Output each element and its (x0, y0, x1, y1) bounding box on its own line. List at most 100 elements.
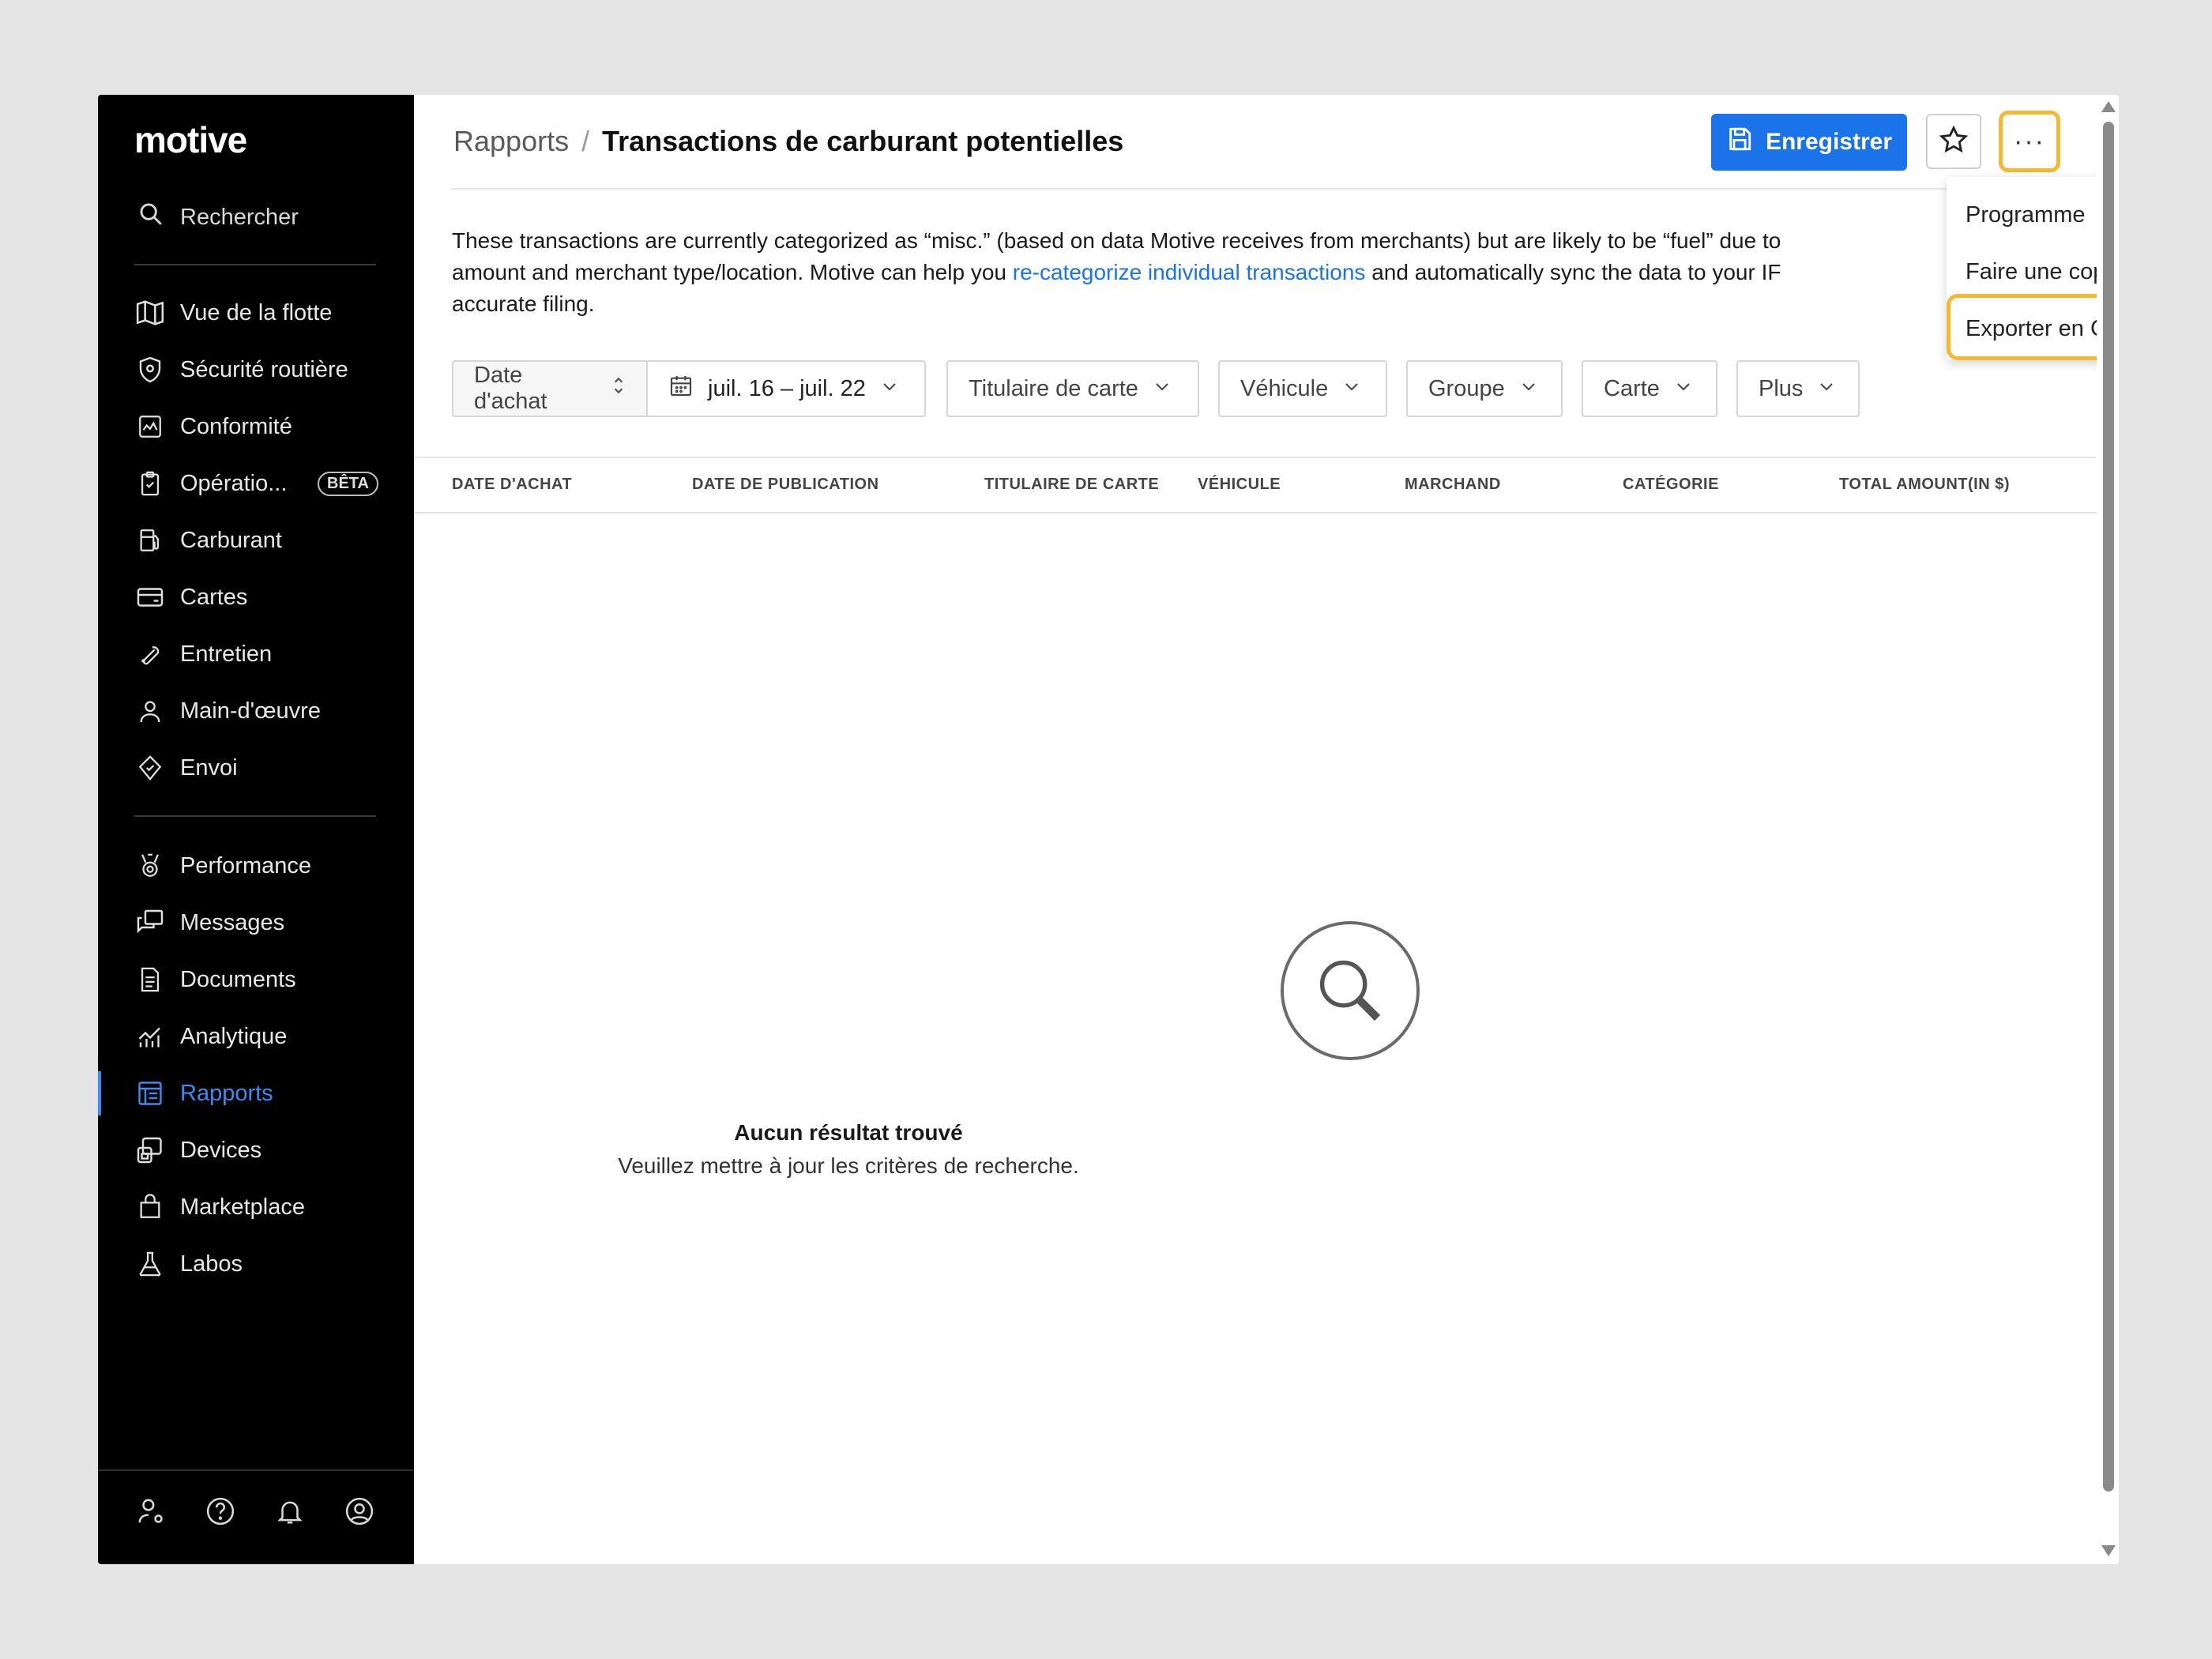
search-icon (137, 201, 164, 234)
sidebar-item-marketplace[interactable]: Marketplace (134, 1179, 395, 1236)
menu-item-export-csv[interactable]: Exporter en CSV (1966, 316, 2119, 342)
sidebar-item-label: Marketplace (180, 1194, 305, 1220)
sidebar-item-road-safety[interactable]: Sécurité routière (134, 341, 395, 398)
sidebar-item-labs[interactable]: Labos (134, 1236, 395, 1292)
sidebar-item-label: Conformité (180, 413, 292, 439)
calendar-icon (668, 373, 694, 404)
sidebar-footer-divider (98, 1469, 414, 1471)
analytics-icon (134, 1021, 166, 1052)
shield-icon (134, 354, 166, 386)
more-filters[interactable]: Plus (1736, 360, 1860, 417)
chevron-down-icon (880, 376, 899, 402)
sidebar-item-operations[interactable]: Opératio... BÊTA (134, 455, 395, 512)
empty-search-icon (1281, 921, 1420, 1060)
chevron-down-icon (1342, 376, 1361, 402)
sidebar-item-documents[interactable]: Documents (134, 951, 395, 1008)
sidebar-item-compliance[interactable]: Conformité (134, 398, 395, 455)
sidebar-item-label: Sécurité routière (180, 356, 348, 382)
menu-item-schedule[interactable]: Programme (1966, 202, 2086, 228)
description-line-3: accurate filing. (452, 292, 595, 316)
sidebar: motive Rechercher Vue de la flotte Sécur… (98, 95, 414, 1564)
sort-icon (611, 375, 626, 402)
motive-logo[interactable]: motive (134, 118, 247, 161)
bag-icon (134, 1191, 166, 1223)
group-label: Groupe (1428, 375, 1505, 401)
sidebar-item-workforce[interactable]: Main-d'œuvre (134, 683, 395, 739)
star-icon (1939, 125, 1969, 159)
map-icon (134, 297, 166, 329)
help-icon[interactable] (204, 1495, 237, 1528)
recategorize-link[interactable]: re-categorize individual transactions (1013, 260, 1366, 284)
card-filter[interactable]: Carte (1582, 360, 1717, 417)
account-icon[interactable] (343, 1495, 376, 1528)
save-button[interactable]: Enregistrer (1711, 114, 1907, 171)
sidebar-item-performance[interactable]: Performance (134, 837, 395, 894)
sidebar-item-label: Messages (180, 909, 285, 935)
sidebar-item-label: Documents (180, 966, 296, 992)
table-header: DATE D'ACHAT DATE DE PUBLICATION TITULAI… (414, 457, 2097, 514)
column-header[interactable]: DATE DE PUBLICATION (692, 476, 879, 494)
description-line-1: These transactions are currently categor… (452, 228, 1781, 253)
sidebar-item-label: Analytique (180, 1023, 288, 1049)
sidebar-divider (134, 264, 376, 265)
sidebar-footer (134, 1495, 376, 1528)
sidebar-item-label: Opératio... (180, 470, 288, 496)
scroll-up-arrow[interactable] (2101, 101, 2116, 112)
column-header[interactable]: CATÉGORIE (1623, 476, 1719, 494)
date-range-picker[interactable]: juil. 16 – juil. 22 (646, 360, 926, 417)
sidebar-item-analytics[interactable]: Analytique (134, 1008, 395, 1065)
sidebar-item-messages[interactable]: Messages (134, 894, 395, 951)
beta-badge: BÊTA (318, 471, 378, 496)
nav-group-1: Vue de la flotte Sécurité routière Confo… (134, 284, 395, 796)
card-label: Carte (1604, 375, 1660, 401)
page-title: Transactions de carburant potentielles (602, 125, 1124, 157)
save-icon (1726, 126, 1753, 159)
sort-select[interactable]: Date d'achat (452, 360, 648, 417)
sidebar-item-label: Rapports (180, 1080, 273, 1106)
favorite-button[interactable] (1926, 114, 1981, 169)
more-options-button[interactable]: ··· (1999, 111, 2060, 172)
sidebar-item-fleet-view[interactable]: Vue de la flotte (134, 284, 395, 341)
sidebar-item-reports[interactable]: Rapports (98, 1065, 395, 1122)
flask-icon (134, 1248, 166, 1280)
sort-label: Date d'achat (474, 363, 547, 414)
scroll-down-arrow[interactable] (2101, 1545, 2116, 1556)
sidebar-item-fuel[interactable]: Carburant (134, 512, 395, 569)
card-icon (134, 581, 166, 613)
empty-subtitle: Veuillez mettre à jour les critères de r… (618, 1153, 1079, 1178)
sidebar-item-label: Main-d'œuvre (180, 698, 321, 724)
sidebar-search[interactable]: Rechercher (137, 201, 299, 234)
description-line-2-end: and automatically sync the data to your … (1365, 260, 1781, 284)
main-content: Rapports / Transactions de carburant pot… (414, 95, 2119, 1564)
breadcrumb-root[interactable]: Rapports (453, 125, 569, 158)
sidebar-item-cards[interactable]: Cartes (134, 569, 395, 626)
app-window: motive Rechercher Vue de la flotte Sécur… (98, 95, 2119, 1564)
fuel-pump-icon (134, 525, 166, 556)
document-icon (134, 964, 166, 995)
save-label: Enregistrer (1765, 129, 1893, 155)
menu-item-duplicate[interactable]: Faire une copie (1966, 259, 2119, 285)
column-header[interactable]: VÉHICULE (1198, 476, 1281, 494)
sidebar-item-label: Envoi (180, 754, 238, 781)
vertical-scrollbar[interactable] (2097, 95, 2119, 1564)
cardholder-label: Titulaire de carte (969, 375, 1138, 401)
column-header[interactable]: TITULAIRE DE CARTE (984, 476, 1159, 494)
vehicle-filter[interactable]: Véhicule (1218, 360, 1387, 417)
cardholder-filter[interactable]: Titulaire de carte (946, 360, 1199, 417)
group-filter[interactable]: Groupe (1406, 360, 1563, 417)
compliance-icon (134, 411, 166, 442)
sidebar-item-label: Cartes (180, 584, 248, 610)
more-filters-label: Plus (1759, 375, 1804, 401)
scroll-thumb[interactable] (2103, 122, 2114, 1492)
reports-icon (134, 1078, 166, 1109)
column-header[interactable]: TOTAL AMOUNT(IN $) (1839, 476, 2010, 494)
nav-group-2: Performance Messages Documents Analytiqu… (98, 837, 395, 1292)
sidebar-item-dispatch[interactable]: Envoi (134, 739, 395, 796)
sidebar-item-label: Entretien (180, 641, 273, 667)
column-header[interactable]: MARCHAND (1405, 476, 1501, 494)
column-header[interactable]: DATE D'ACHAT (452, 476, 572, 494)
user-settings-icon[interactable] (134, 1495, 167, 1528)
more-icon: ··· (2014, 126, 2045, 156)
bell-icon[interactable] (273, 1495, 307, 1528)
sidebar-item-maintenance[interactable]: Entretien (134, 626, 395, 683)
